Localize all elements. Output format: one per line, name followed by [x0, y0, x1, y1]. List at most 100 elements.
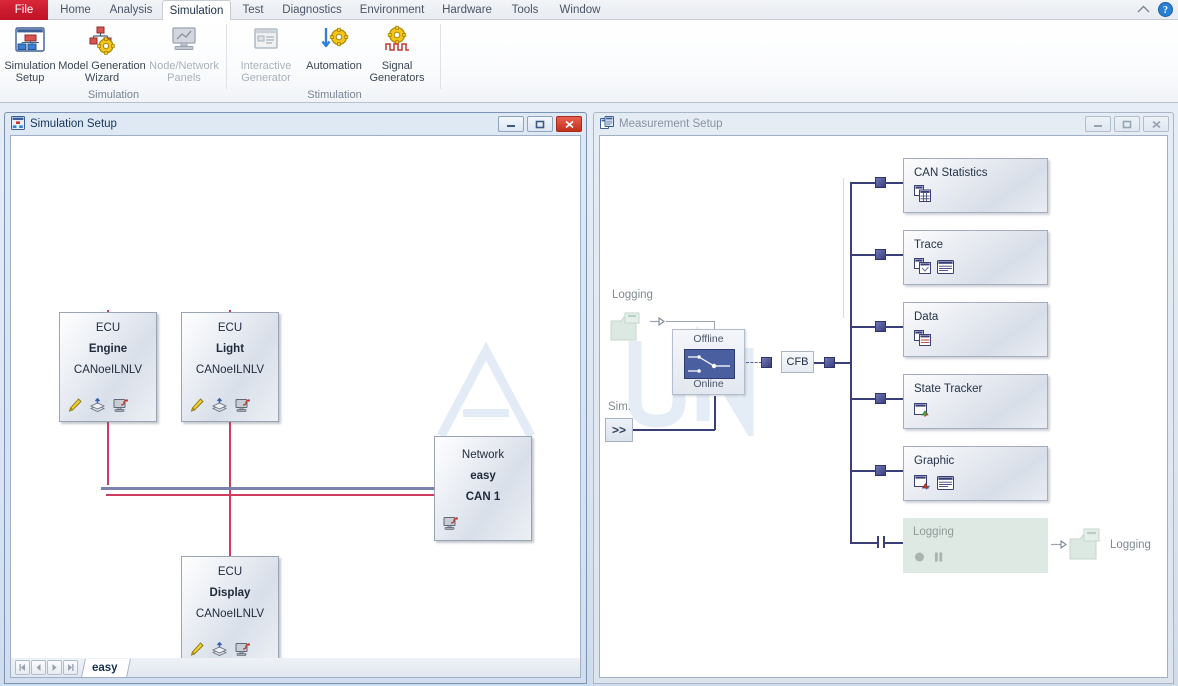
- cfb-block-label: CFB: [787, 356, 809, 368]
- logging-folder-icon[interactable]: [609, 309, 647, 346]
- ribbon-button-interactive-generator[interactable]: Interactive Generator: [232, 23, 300, 84]
- ribbon-tab-tools[interactable]: Tools: [501, 0, 549, 20]
- block-data[interactable]: Data: [903, 302, 1048, 357]
- branch-line-trace: [885, 254, 903, 256]
- close-button[interactable]: [556, 116, 582, 132]
- block-graphic[interactable]: Graphic: [903, 446, 1048, 501]
- node-type-label: ECU: [60, 322, 156, 334]
- measurement-setup-window-icon: [600, 116, 614, 133]
- ribbon-button-simulation-setup[interactable]: Simulation Setup: [4, 23, 56, 84]
- branch-line-logging: [850, 542, 877, 544]
- block-title: CAN Statistics: [914, 167, 988, 179]
- sim-expand-button[interactable]: >>: [605, 418, 633, 442]
- trace-window-icon[interactable]: [914, 258, 931, 277]
- measurement-bus-line: [850, 183, 852, 543]
- block-state-tracker[interactable]: State Tracker: [903, 374, 1048, 429]
- help-icon[interactable]: ?: [1158, 2, 1173, 20]
- ribbon-tab-hardware[interactable]: Hardware: [435, 0, 499, 20]
- data-window-icon[interactable]: [914, 330, 931, 349]
- ribbon-button-signal-generators[interactable]: Signal Generators: [366, 23, 428, 84]
- interactive-generator-icon: [251, 23, 281, 57]
- measurement-setup-window[interactable]: Measurement Setup: [593, 112, 1174, 684]
- block-icon-row: [914, 185, 931, 205]
- logging-input-label: Logging: [612, 289, 653, 301]
- measurement-setup-window-buttons: [1085, 116, 1169, 132]
- ribbon-button-simulation-setup-label: Simulation Setup: [4, 60, 55, 84]
- simulation-setup-window-icon: [11, 116, 25, 133]
- node-network-easy[interactable]: Network easy CAN 1: [434, 436, 532, 541]
- node-network-panels-icon: [168, 23, 200, 57]
- ribbon-button-model-generation-wizard[interactable]: Model Generation Wizard: [58, 23, 146, 84]
- simulation-setup-window[interactable]: Simulation Setup: [4, 112, 587, 684]
- measurement-setup-titlebar[interactable]: Measurement Setup: [594, 113, 1173, 135]
- block-trace[interactable]: Trace: [903, 230, 1048, 285]
- graphic-list-icon[interactable]: [937, 476, 954, 493]
- simulation-setup-tabstrip[interactable]: easy: [10, 658, 581, 678]
- ribbon-tab-environment[interactable]: Environment: [351, 0, 433, 20]
- measurement-setup-canvas[interactable]: Logging Sim. >>: [599, 135, 1168, 678]
- first-record-icon[interactable]: [15, 660, 30, 675]
- branch-line-data: [885, 326, 903, 328]
- layers-icon[interactable]: [90, 398, 105, 416]
- maximize-button[interactable]: [527, 116, 553, 132]
- block-title: State Tracker: [914, 383, 982, 395]
- node-type-label: ECU: [182, 322, 278, 334]
- node-ecu-display[interactable]: ECU Display CANoeILNLV: [181, 556, 279, 666]
- canoe-application-window: File Home Analysis Simulation Test Diagn…: [0, 0, 1178, 686]
- connector-node[interactable]: [824, 357, 835, 368]
- block-can-statistics[interactable]: CAN Statistics: [903, 158, 1048, 213]
- layers-icon[interactable]: [212, 398, 227, 416]
- node-ecu-engine[interactable]: ECU Engine CANoeILNLV: [59, 312, 157, 422]
- branch-line-graphic: [885, 470, 903, 472]
- sheet-tab-easy[interactable]: easy: [81, 659, 130, 677]
- trace-list-icon[interactable]: [937, 260, 954, 277]
- ribbon-button-automation[interactable]: Automation: [304, 23, 364, 72]
- ribbon-tab-file[interactable]: File: [0, 0, 48, 20]
- logging-path-line: [666, 321, 715, 322]
- close-button[interactable]: [1143, 116, 1169, 132]
- switch-output-dashed-line: [746, 362, 762, 363]
- block-logging[interactable]: Logging: [903, 518, 1048, 573]
- minimize-button[interactable]: [498, 116, 524, 132]
- minimize-button[interactable]: [1085, 116, 1111, 132]
- offline-online-switch[interactable]: Offline Online: [672, 329, 745, 395]
- can-statistics-icon[interactable]: [914, 185, 931, 205]
- sim-connection-line: [714, 396, 716, 430]
- record-icon[interactable]: [913, 550, 926, 566]
- state-tracker-icon[interactable]: [914, 402, 931, 421]
- ribbon-tab-simulation[interactable]: Simulation: [162, 0, 231, 21]
- simulation-setup-titlebar[interactable]: Simulation Setup: [5, 113, 586, 135]
- pencil-icon[interactable]: [190, 398, 204, 416]
- ribbon-tab-home[interactable]: Home: [52, 0, 99, 20]
- ribbon-button-interactive-generator-label: Interactive Generator: [241, 60, 292, 84]
- node-ecu-light[interactable]: ECU Light CANoeILNLV: [181, 312, 279, 422]
- ribbon-tab-bar: File Home Analysis Simulation Test Diagn…: [0, 0, 1178, 20]
- cfb-block[interactable]: CFB: [781, 351, 814, 373]
- block-icon-row: [914, 258, 954, 277]
- connector-node[interactable]: [761, 357, 772, 368]
- ribbon-tab-window[interactable]: Window: [551, 0, 609, 20]
- network-monitor-icon[interactable]: [443, 516, 459, 534]
- graphic-window-icon[interactable]: [914, 474, 931, 493]
- network-monitor-icon[interactable]: [113, 398, 129, 416]
- network-monitor-icon[interactable]: [235, 398, 251, 416]
- last-record-icon[interactable]: [63, 660, 78, 675]
- ribbon-tab-test[interactable]: Test: [233, 0, 273, 20]
- simulation-setup-canvas[interactable]: ECU Engine CANoeILNLV: [10, 135, 581, 678]
- sim-connection-line: [633, 429, 715, 431]
- block-title: Trace: [914, 239, 943, 251]
- logging-output-folder-icon[interactable]: [1067, 526, 1107, 565]
- maximize-button[interactable]: [1114, 116, 1140, 132]
- measurement-setup-title-text: Measurement Setup: [619, 118, 723, 130]
- collapse-ribbon-icon[interactable]: [1136, 3, 1151, 19]
- ribbon-button-node-network-panels[interactable]: Node/Network Panels: [148, 23, 220, 84]
- next-record-icon[interactable]: [47, 660, 62, 675]
- pencil-icon[interactable]: [68, 398, 82, 416]
- ribbon-tab-diagnostics[interactable]: Diagnostics: [275, 0, 349, 20]
- simulation-setup-window-buttons: [498, 116, 582, 132]
- ribbon-button-automation-label: Automation: [306, 60, 362, 72]
- ribbon-tab-analysis[interactable]: Analysis: [101, 0, 161, 20]
- node-type-label: Network: [435, 449, 531, 461]
- pause-icon[interactable]: [932, 550, 945, 566]
- previous-record-icon[interactable]: [31, 660, 46, 675]
